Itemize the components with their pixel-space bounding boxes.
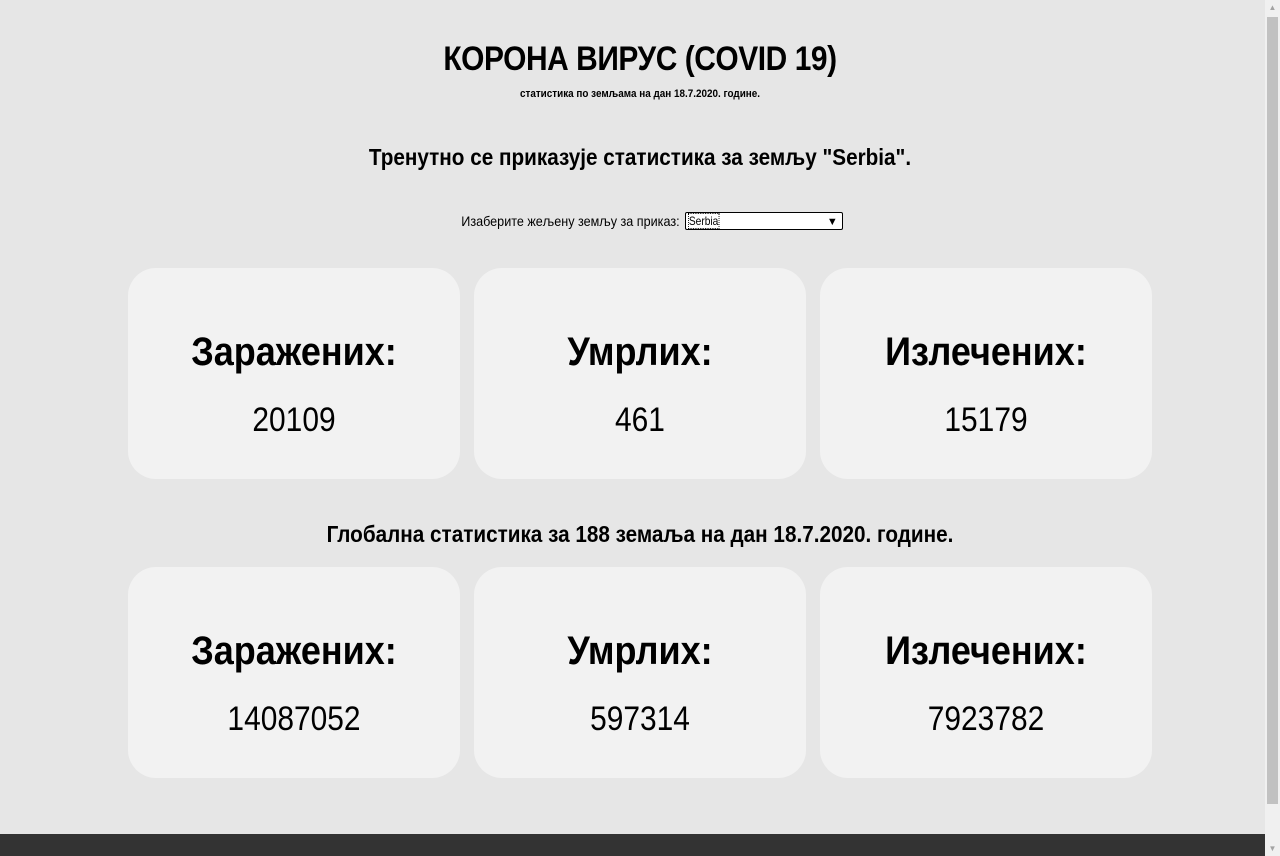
country-select[interactable]: Serbia ▼ (684, 212, 843, 231)
current-country-heading: Тренутно се приказује статистика за земљ… (368, 144, 912, 170)
country-infected-value: 20109 (252, 401, 336, 439)
country-recovered-card: Излечених: 15179 (820, 268, 1152, 479)
global-recovered-label: Излечених: (885, 629, 1087, 673)
country-selector-label: Изаберите жељену земљу за приказ: (461, 213, 680, 230)
country-recovered-label: Излечених: (885, 330, 1087, 374)
country-infected-card: Заражених: 20109 (128, 268, 460, 479)
global-infected-card: Заражених: 14087052 (128, 567, 460, 778)
country-deaths-label: Умрлих: (567, 330, 713, 374)
scrollbar-thumb[interactable] (1267, 17, 1278, 804)
global-recovered-card: Излечених: 7923782 (820, 567, 1152, 778)
country-recovered-value: 15179 (944, 401, 1028, 439)
country-select-value: Serbia (687, 213, 719, 230)
global-stats-heading: Глобална статистика за 188 земаља на дан… (326, 521, 954, 547)
global-infected-value: 14087052 (227, 700, 361, 738)
country-selector-row: Изаберите жељену земљу за приказ: Serbia… (0, 212, 1265, 231)
chevron-down-icon: ▼ (826, 216, 838, 229)
page-title: КОРОНА ВИРУС (COVID 19) (443, 40, 837, 78)
scroll-down-icon[interactable]: ▼ (1265, 841, 1280, 856)
country-deaths-value: 461 (615, 401, 665, 439)
footer-bar (0, 834, 1280, 856)
page-content: КОРОНА ВИРУС (COVID 19) статистика по зе… (0, 0, 1265, 834)
country-infected-label: Заражених: (191, 330, 397, 374)
scroll-up-icon[interactable]: ▲ (1265, 0, 1280, 15)
global-recovered-value: 7923782 (927, 700, 1045, 738)
vertical-scrollbar[interactable]: ▲ ▼ (1265, 0, 1280, 856)
global-deaths-card: Умрлих: 597314 (474, 567, 806, 778)
page-subtitle: статистика по земљама на дан 18.7.2020. … (519, 88, 761, 100)
country-deaths-card: Умрлих: 461 (474, 268, 806, 479)
global-deaths-label: Умрлих: (567, 629, 713, 673)
global-infected-label: Заражених: (191, 629, 397, 673)
global-deaths-value: 597314 (590, 700, 690, 738)
